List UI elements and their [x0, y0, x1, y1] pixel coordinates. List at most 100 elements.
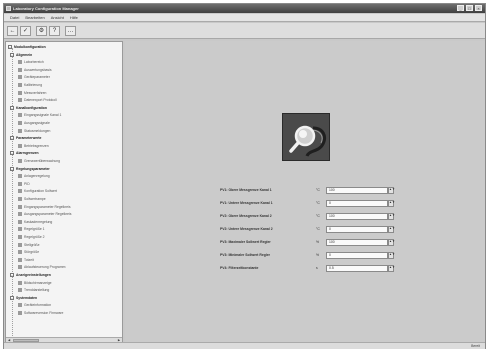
tree-item[interactable]: − Systemdaten — [10, 295, 37, 301]
apply-button[interactable]: ✓ — [20, 26, 31, 36]
parameter-value-input[interactable]: 100 — [326, 187, 388, 194]
window-controls: _ □ × — [457, 5, 482, 11]
page-icon — [18, 113, 22, 118]
spin-arrows-icon[interactable]: ▲▼ — [388, 213, 395, 220]
tree-item[interactable]: Messverfahren — [18, 90, 46, 96]
tree-item[interactable]: Kaskadenregelung — [18, 219, 52, 225]
spin-arrows-icon[interactable]: ▲▼ — [388, 226, 395, 233]
parameter-value-input[interactable]: 0.5 — [326, 265, 388, 272]
parameter-value-input[interactable]: 100 — [326, 213, 388, 220]
parameter-label: PV3: Maximaler Sollwert Regler — [220, 240, 271, 244]
menu-help[interactable]: Hilfe — [70, 15, 78, 20]
tree-item[interactable]: − Parameterwerte — [10, 135, 41, 141]
tree-item[interactable]: Eingangssignale Kanal 1 — [18, 112, 61, 118]
tree-item-label: Modulkonfiguration — [14, 45, 46, 49]
tree-item[interactable]: Softwareversion Firmware — [18, 310, 63, 316]
tree-item-label: Alarmgrenzen — [16, 151, 39, 156]
tree-item-label: Auswertungsbasis — [24, 67, 52, 72]
parameter-row: PV4: Filterzeitkonstante s 0.5 ▲▼ — [220, 265, 396, 272]
tree-item[interactable]: Sollwertrampe — [18, 196, 46, 202]
expander-icon[interactable]: − — [10, 105, 14, 110]
parameter-value-input[interactable]: 100 — [326, 239, 388, 246]
content-area: PV1: Obere Messgrenze Kanal 1 °C 100 ▲▼ PV1:… — [125, 41, 485, 344]
parameter-row: PV1: Obere Messgrenze Kanal 1 °C 100 ▲▼ — [220, 187, 396, 194]
parameter-value-input[interactable]: 0 — [326, 226, 388, 233]
tree-item-label: Kaskadenregelung — [24, 219, 53, 224]
parameter-unit: °C — [316, 188, 320, 192]
tree-item-label: Geräteparameter — [24, 75, 50, 80]
spin-arrows-icon[interactable]: ▲▼ — [388, 265, 395, 272]
expander-icon[interactable]: − — [10, 295, 14, 300]
more-button[interactable]: … — [65, 26, 76, 36]
maximize-button[interactable]: □ — [466, 5, 473, 11]
help-button[interactable]: ? — [49, 26, 60, 36]
navigation-tree[interactable]: − Modulkonfiguration − Allgemein Laborbereic… — [5, 41, 123, 344]
tree-item[interactable]: Ausgangssignale — [18, 120, 50, 126]
expander-icon[interactable]: − — [10, 166, 14, 171]
title-bar[interactable]: Laboratory Configuration Manager _ □ × — [4, 4, 485, 13]
spin-arrows-icon[interactable]: ▲▼ — [388, 187, 395, 194]
tree-item-label: Systemdaten — [16, 295, 38, 300]
parameter-value-input[interactable]: 0 — [326, 252, 388, 259]
spin-arrows-icon[interactable]: ▲▼ — [388, 200, 395, 207]
tree-item-label: Stellgröße — [24, 242, 40, 247]
minimize-button[interactable]: _ — [457, 5, 464, 11]
tree-item-label: Regelgröße 2 — [24, 235, 45, 239]
tree-item[interactable]: Konfiguration Sollwert — [18, 188, 57, 194]
tree-item[interactable]: − Kanalkonfiguration — [10, 105, 47, 111]
tree-item[interactable]: Geräteinformation — [18, 302, 51, 308]
tree-item[interactable]: − Allgemein — [10, 52, 32, 58]
page-icon — [18, 257, 22, 262]
tree-item-label: Statusmeldungen — [24, 128, 51, 133]
tree-item[interactable]: Statusmeldungen — [18, 128, 50, 134]
tree-item[interactable]: Laborbereich — [18, 59, 44, 65]
tree-item-label: Ausgangssignale — [24, 121, 50, 125]
tree-item-label: Ausgangsparameter Regelkreis — [24, 212, 72, 217]
tree-item[interactable]: Betriebsgrenzen — [18, 143, 49, 149]
spin-arrows-icon[interactable]: ▲▼ — [388, 252, 395, 259]
tree-item[interactable]: − Anzeigeeinstellungen — [10, 272, 51, 278]
menu-view[interactable]: Ansicht — [51, 15, 64, 20]
magnifier-cable-icon — [282, 113, 330, 161]
page-icon — [18, 227, 22, 232]
tree-item[interactable]: Trenddarstellung — [18, 287, 49, 293]
tree-item[interactable]: Datenexport Protokoll — [18, 97, 57, 103]
tree-item[interactable]: Anlagenregelung — [18, 173, 50, 179]
tree-item-label: Softwareversion Firmware — [24, 311, 64, 315]
parameter-label: PV1: Untere Messgrenze Kanal 1 — [220, 201, 273, 205]
tree-item[interactable]: Ausgangsparameter Regelkreis — [18, 211, 72, 217]
tree-item[interactable]: Regelgröße 1 — [18, 226, 45, 232]
parameter-value-input[interactable]: 0 — [326, 200, 388, 207]
page-icon — [18, 159, 22, 163]
close-button[interactable]: × — [475, 5, 482, 11]
tree-item-label: Bildschirmanzeige — [24, 280, 52, 285]
page-icon — [18, 75, 22, 80]
back-button[interactable]: ← — [7, 26, 18, 36]
tree-item[interactable]: Eingangsparameter Regelkreis — [18, 204, 71, 210]
tree-item[interactable]: Kalibrierung — [18, 82, 42, 88]
tree-item[interactable]: Regelgröße 2 — [18, 234, 45, 240]
tree-item[interactable]: − Regelungsparameter — [10, 166, 50, 172]
tree-item[interactable]: PID — [18, 181, 30, 187]
tree-item[interactable]: Totzeit — [18, 257, 34, 263]
tree-item[interactable]: Grenzwertüberwachung — [18, 158, 60, 164]
expander-icon[interactable]: − — [10, 52, 14, 57]
tree-item[interactable]: Ablaufsteuerung Programm — [18, 264, 65, 270]
expander-icon[interactable]: − — [10, 273, 14, 277]
tree-item[interactable]: − Alarmgrenzen — [10, 150, 39, 156]
expander-icon[interactable]: − — [10, 136, 14, 141]
settings-button[interactable]: ⚙ — [36, 26, 47, 36]
expander-icon[interactable]: − — [10, 151, 14, 156]
page-icon — [18, 174, 22, 179]
expander-icon[interactable]: − — [8, 45, 12, 49]
tree-item[interactable]: Geräteparameter — [18, 74, 50, 80]
spin-arrows-icon[interactable]: ▲▼ — [388, 239, 395, 246]
menu-edit[interactable]: Bearbeiten — [25, 15, 44, 20]
tree-item[interactable]: Bildschirmanzeige — [18, 280, 52, 286]
tree-item[interactable]: Störgröße — [18, 249, 39, 255]
tree-item[interactable]: Stellgröße — [18, 242, 39, 248]
tree-item-label: Geräteinformation — [24, 303, 52, 308]
menu-file[interactable]: Datei — [10, 15, 19, 20]
tree-item[interactable]: Auswertungsbasis — [18, 67, 52, 73]
tree-item[interactable]: − Modulkonfiguration — [8, 44, 46, 50]
